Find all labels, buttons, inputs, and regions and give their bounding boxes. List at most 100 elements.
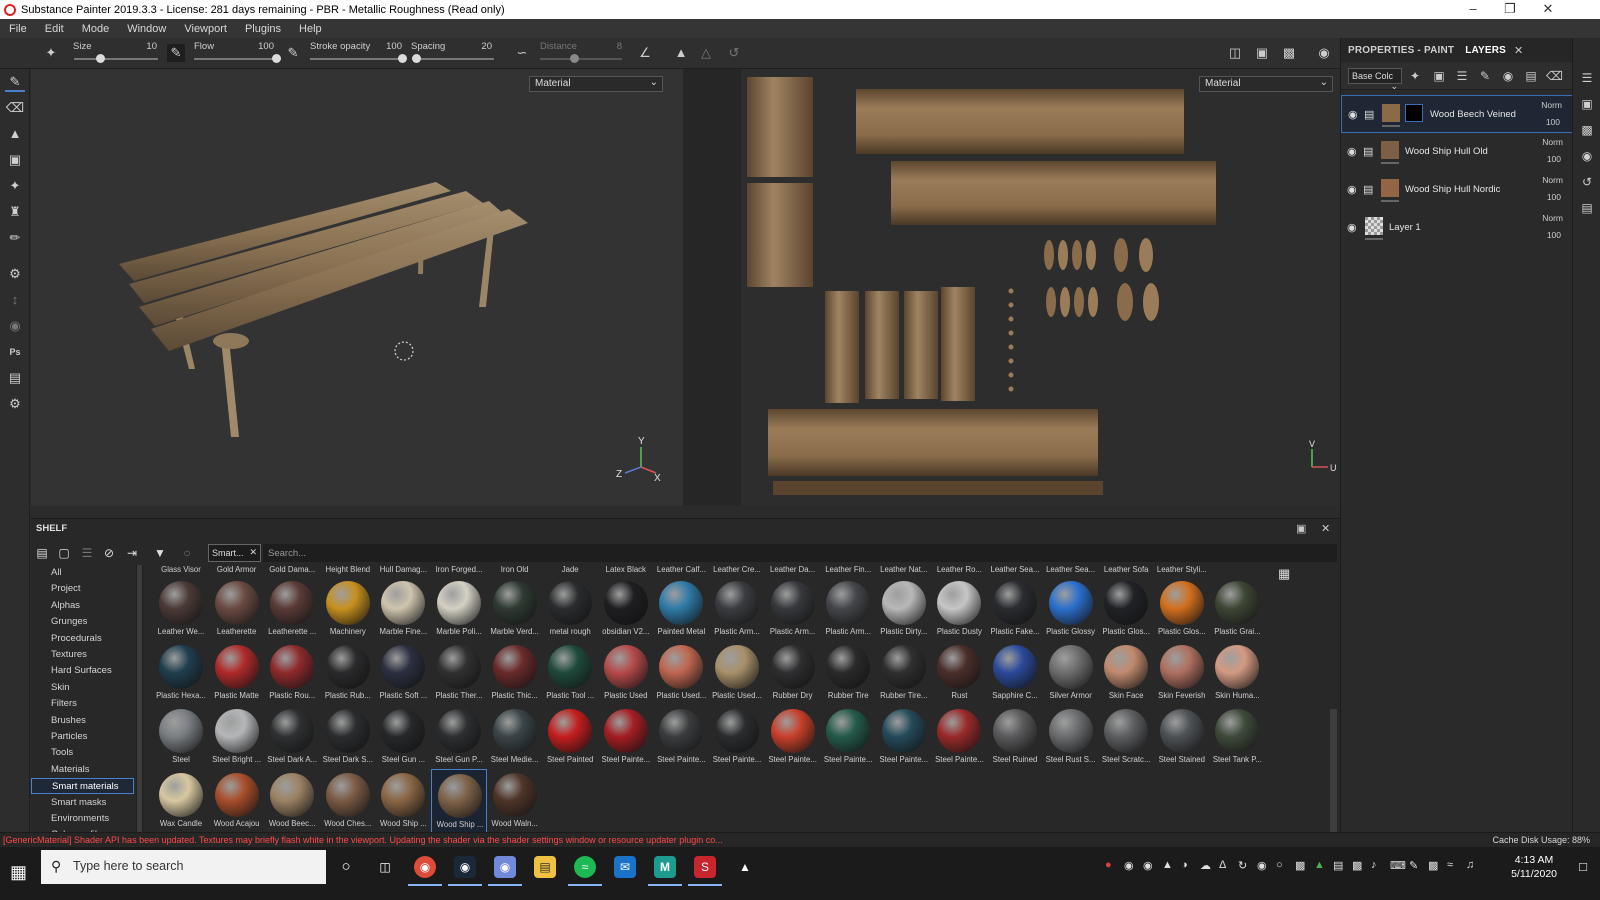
lazy-mouse-icon[interactable]: ∽ [513, 44, 531, 62]
layers-dock-icon[interactable]: ☰ [1579, 70, 1595, 86]
tray-network-icon[interactable]: ▩ [1352, 859, 1362, 872]
cortana-icon[interactable]: ○ [335, 856, 357, 878]
material-item[interactable]: Steel Stained [1154, 705, 1210, 769]
flow-slider[interactable] [194, 54, 281, 63]
chrome-icon[interactable]: ◉ [408, 856, 442, 886]
material-item[interactable]: Steel Painte... [820, 705, 876, 769]
material-item[interactable]: Skin Face [1098, 641, 1154, 705]
add-fill-layer-icon[interactable]: ☰ [1454, 68, 1470, 84]
mail-icon[interactable]: ✉ [614, 856, 636, 878]
minimize-icon[interactable]: – [1455, 0, 1491, 19]
add-mask-icon[interactable]: ▣ [1431, 68, 1447, 84]
layer-item[interactable]: ◉ ▤ Wood Ship Hull Old Norm 100 [1341, 133, 1573, 171]
material-item[interactable]: Leatherette [209, 577, 265, 641]
shelf-category-item[interactable]: Project [31, 581, 134, 597]
tray-mic-icon[interactable]: ● [1105, 859, 1112, 871]
grid-view-icon[interactable]: ▦ [1278, 566, 1290, 582]
material-item[interactable]: Plastic Used... [709, 641, 765, 705]
material-item[interactable]: Plastic Used... [653, 641, 709, 705]
viewport-2d-mode-select[interactable]: Material ⌄ [1199, 76, 1333, 92]
layer-blend-mode[interactable]: Norm [1542, 213, 1563, 223]
material-item[interactable]: Steel Painte... [598, 705, 654, 769]
shelf-category-item[interactable]: Materials [31, 762, 134, 778]
mirror-alt-icon[interactable]: △ [697, 44, 715, 62]
smudge-icon[interactable]: ✦ [5, 176, 25, 196]
material-item[interactable]: Steel Ruined [987, 705, 1043, 769]
visibility-eye-icon[interactable]: ◉ [1347, 221, 1357, 234]
material-item[interactable]: Steel Bright ... [209, 705, 265, 769]
import-icon[interactable]: ⇥ [124, 545, 140, 561]
pen-pressure-icon[interactable]: ✎ [167, 44, 185, 62]
menu-file[interactable]: File [0, 23, 36, 35]
circle-filter-icon[interactable]: ○ [179, 545, 195, 561]
menu-viewport[interactable]: Viewport [175, 23, 236, 35]
export-icon[interactable]: ▤ [5, 368, 25, 388]
log-icon[interactable]: ▤ [1579, 200, 1595, 216]
photoshop-icon[interactable]: Ps [5, 342, 25, 362]
material-item[interactable]: Wax Candle [153, 769, 209, 833]
camera-icon[interactable]: ▩ [1280, 44, 1298, 62]
material-item[interactable]: Plastic Arm... [709, 577, 765, 641]
eraser-icon[interactable]: ⌫ [5, 98, 25, 118]
tab-layers[interactable]: LAYERS [1458, 45, 1510, 56]
material-item[interactable]: Wood Ship ... [375, 769, 431, 833]
material-item[interactable]: Plastic Glos... [1098, 577, 1154, 641]
notification-center-icon[interactable]: □ [1579, 859, 1587, 874]
folder-icon[interactable]: ▤ [34, 545, 50, 561]
tray-steam-icon[interactable]: ◉ [1143, 859, 1153, 872]
viewport-2d[interactable] [741, 69, 1265, 506]
symmetry-icon[interactable]: ✦ [42, 44, 60, 62]
layer-opacity[interactable]: 100 [1547, 192, 1561, 202]
tray-app-icon[interactable]: ◑ [1181, 859, 1188, 871]
hide-icon[interactable]: ⊘ [101, 545, 117, 561]
layer-opacity[interactable]: 100 [1547, 230, 1561, 240]
material-item[interactable]: Wood Acajou [209, 769, 265, 833]
material-item[interactable]: Plastic Ther... [431, 641, 487, 705]
stroke-opacity-slider[interactable] [310, 54, 407, 63]
add-effect-icon[interactable]: ✦ [1407, 68, 1423, 84]
iray-icon[interactable]: ◉ [5, 316, 25, 336]
material-item[interactable]: Skin Huma... [1209, 641, 1265, 705]
material-item[interactable]: Wood Ches... [320, 769, 376, 833]
flow-pressure-icon[interactable]: ✎ [284, 44, 302, 62]
channel-select[interactable]: Base Colc ⌄ [1348, 68, 1402, 91]
menu-window[interactable]: Window [118, 23, 175, 35]
material-item[interactable]: obsidian V2... [598, 577, 654, 641]
material-item[interactable]: Rubber Dry [765, 641, 821, 705]
tray-discord-icon[interactable]: ◉ [1124, 859, 1134, 872]
add-folder-icon[interactable]: ▤ [1523, 68, 1539, 84]
shelf-category-item[interactable]: All [31, 565, 134, 581]
menu-mode[interactable]: Mode [73, 23, 119, 35]
spacing-value[interactable]: 20 [462, 41, 492, 52]
list-view-icon[interactable]: ☰ [79, 545, 95, 561]
transform-icon[interactable]: ↺ [725, 44, 743, 62]
shelf-category-item[interactable]: Brushes [31, 713, 134, 729]
material-item[interactable]: Wood Waln... [487, 769, 543, 833]
display-settings-icon[interactable]: ▩ [1579, 122, 1595, 138]
tray-cloud-icon[interactable]: ☁ [1200, 859, 1211, 872]
shelf-category-item[interactable]: Procedurals [31, 631, 134, 647]
material-item[interactable]: Plastic Arm... [765, 577, 821, 641]
maximize-icon[interactable]: ▣ [1296, 522, 1306, 535]
flow-value[interactable]: 100 [244, 41, 274, 52]
layer-blend-mode[interactable]: Norm [1542, 175, 1563, 185]
grid-scrollbar[interactable] [1330, 709, 1337, 849]
add-anchor-icon[interactable]: ◉ [1500, 68, 1516, 84]
layer-blend-mode[interactable]: Norm [1541, 100, 1562, 110]
tray-folder-icon[interactable]: ▤ [1333, 859, 1343, 872]
spotify-icon[interactable]: ≈ [568, 856, 602, 886]
discord-icon[interactable]: ◉ [488, 856, 522, 886]
shelf-category-item[interactable]: Tools [31, 745, 134, 761]
material-item[interactable]: Sapphire C... [987, 641, 1043, 705]
material-item[interactable]: Steel Dark S... [320, 705, 376, 769]
material-item[interactable]: Plastic Arm... [820, 577, 876, 641]
material-item[interactable]: Plastic Grai... [1209, 577, 1265, 641]
color-picker-icon[interactable]: ✏ [5, 228, 25, 248]
shelf-category-item[interactable]: Textures [31, 647, 134, 663]
material-item[interactable]: Steel Dark A... [264, 705, 320, 769]
screenshot-icon[interactable]: ◉ [1315, 44, 1333, 62]
cube-view-icon[interactable]: ▣ [1253, 44, 1271, 62]
material-item[interactable]: Rubber Tire... [876, 641, 932, 705]
material-item[interactable]: Skin Feverish [1154, 641, 1210, 705]
material-item[interactable]: Leatherette ... [264, 577, 320, 641]
